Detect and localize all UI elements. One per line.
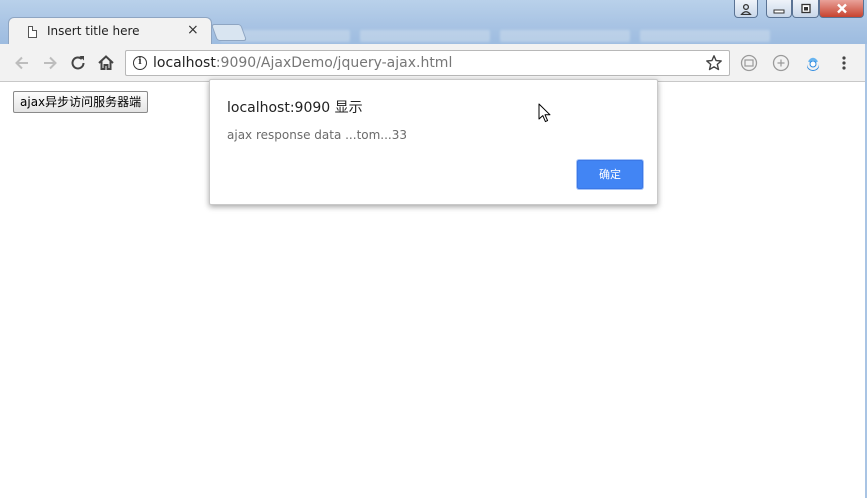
window-titlebar: Insert title here × (0, 0, 867, 45)
dialog-title: localhost:9090 显示 (227, 100, 363, 116)
cursor-icon (538, 103, 551, 123)
restore-icon (800, 3, 811, 14)
url-text[interactable]: localhost:9090/AjaxDemo/jquery-ajax.html (153, 55, 452, 71)
extension-icon[interactable] (740, 54, 758, 72)
maximize-button[interactable] (792, 0, 819, 18)
info-icon[interactable]: i (133, 56, 147, 70)
new-tab-button[interactable] (210, 24, 248, 41)
dialog-message: ajax response data ...tom...33 (227, 128, 408, 142)
alert-dialog: localhost:9090 显示 ajax response data ...… (209, 79, 658, 205)
home-icon[interactable] (96, 53, 116, 73)
url-host: localhost (153, 55, 216, 71)
back-icon[interactable] (12, 53, 32, 73)
profile-button[interactable] (734, 0, 758, 18)
tab-title: Insert title here (47, 24, 140, 38)
extension-icon[interactable] (804, 54, 822, 72)
url-path: :9090/AjaxDemo/jquery-ajax.html (215, 55, 453, 71)
ok-button[interactable]: 确定 (577, 160, 643, 189)
user-icon (740, 3, 752, 15)
minimize-icon (773, 9, 785, 13)
reload-icon[interactable] (68, 53, 88, 73)
minimize-button[interactable] (766, 0, 792, 18)
background-tabs (220, 30, 780, 44)
menu-icon[interactable] (840, 55, 848, 71)
forward-icon[interactable] (40, 53, 60, 73)
address-bar[interactable]: i localhost:9090/AjaxDemo/jquery-ajax.ht… (125, 50, 730, 76)
tab-close-icon[interactable]: × (187, 22, 199, 38)
browser-tab[interactable]: Insert title here × (8, 17, 212, 45)
star-icon[interactable] (705, 54, 723, 72)
browser-toolbar: i localhost:9090/AjaxDemo/jquery-ajax.ht… (0, 44, 867, 82)
extension-icon[interactable] (772, 54, 790, 72)
close-icon (836, 3, 847, 14)
ajax-request-button[interactable]: ajax异步访问服务器端 (13, 91, 149, 113)
page-icon (28, 26, 37, 38)
close-window-button[interactable] (819, 0, 864, 18)
